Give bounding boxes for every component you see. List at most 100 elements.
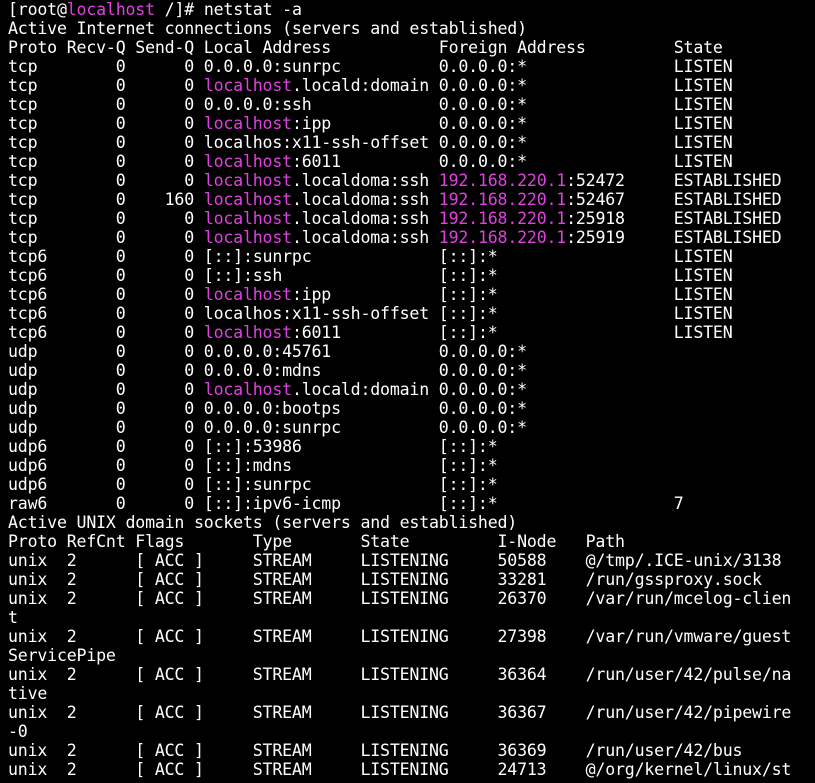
line-text: udp 0 0 0.0.0.0:45761 0.0.0.0:*: [8, 342, 527, 361]
output-line: tcp 0 0 localhost.locald:domain 0.0.0.0:…: [8, 76, 815, 95]
line-text: tcp 0 0: [8, 114, 204, 133]
highlighted-host-text: localhost: [203, 171, 292, 190]
line-text: /]# netstat -a: [154, 0, 302, 19]
output-line: unix 2 [ ACC ] STREAM LISTENING 27398 /v…: [8, 627, 815, 646]
highlighted-host-text: localhost: [203, 152, 292, 171]
output-line: tcp 0 0 localhost.localdoma:ssh 192.168.…: [8, 171, 815, 190]
output-line: tcp 0 160 localhost.localdoma:ssh 192.16…: [8, 190, 815, 209]
line-text: udp 0 0 0.0.0.0:mdns 0.0.0.0:*: [8, 361, 527, 380]
line-text: :52472 ESTABLISHED: [566, 171, 782, 190]
output-line: tcp6 0 0 localhos:x11-ssh-offset [::]:* …: [8, 304, 815, 323]
output-line: udp 0 0 localhost.locald:domain 0.0.0.0:…: [8, 380, 815, 399]
line-text: unix 2 [ ACC ] STREAM LISTENING 50588 @/…: [8, 551, 782, 570]
output-line: unix 2 [ ACC ] STREAM LISTENING 33281 /r…: [8, 570, 815, 589]
line-text: tcp 0 0 localhos:x11-ssh-offset 0.0.0.0:…: [8, 133, 733, 152]
line-text: t: [8, 608, 18, 627]
line-text: :25918 ESTABLISHED: [566, 209, 782, 228]
highlighted-host-text: localhost: [203, 228, 292, 247]
line-text: tcp 0 160: [8, 190, 204, 209]
line-text: :6011 0.0.0.0:* LISTEN: [291, 152, 733, 171]
output-line: udp6 0 0 [::]:sunrpc [::]:*: [8, 475, 815, 494]
line-text: :ipp 0.0.0.0:* LISTEN: [291, 114, 733, 133]
line-text: tcp 0 0: [8, 228, 204, 247]
line-text: tcp 0 0 0.0.0.0:ssh 0.0.0.0:* LISTEN: [8, 95, 733, 114]
output-line: tcp 0 0 localhost:ipp 0.0.0.0:* LISTEN: [8, 114, 815, 133]
line-text: unix 2 [ ACC ] STREAM LISTENING 36367 /r…: [8, 703, 792, 722]
line-text: unix 2 [ ACC ] STREAM LISTENING 33281 /r…: [8, 570, 762, 589]
output-line: t: [8, 608, 815, 627]
output-line: unix 2 [ ACC ] STREAM LISTENING 24713 @/…: [8, 760, 815, 779]
line-text: :6011 [::]:* LISTEN: [291, 323, 733, 342]
output-line: unix 2 [ ACC ] STREAM LISTENING 36369 /r…: [8, 741, 815, 760]
output-line: udp 0 0 0.0.0.0:mdns 0.0.0.0:*: [8, 361, 815, 380]
line-text: tcp6 0 0 localhos:x11-ssh-offset [::]:* …: [8, 304, 733, 323]
output-line: tcp6 0 0 [::]:sunrpc [::]:* LISTEN: [8, 247, 815, 266]
output-line: tcp 0 0 localhos:x11-ssh-offset 0.0.0.0:…: [8, 133, 815, 152]
line-text: unix 2 [ ACC ] STREAM LISTENING 36369 /r…: [8, 741, 743, 760]
output-line: udp 0 0 0.0.0.0:bootps 0.0.0.0:*: [8, 399, 815, 418]
line-text: .localdoma:ssh: [291, 171, 439, 190]
line-text: raw6 0 0 [::]:ipv6-icmp [::]:* 7: [8, 494, 684, 513]
output-line: tcp6 0 0 localhost:6011 [::]:* LISTEN: [8, 323, 815, 342]
highlighted-host-text: 192.168.220.1: [438, 228, 567, 247]
line-text: udp 0 0 0.0.0.0:bootps 0.0.0.0:*: [8, 399, 527, 418]
highlighted-host-text: localhost: [203, 209, 292, 228]
line-text: tive: [8, 684, 48, 703]
line-text: .localdoma:ssh: [291, 190, 439, 209]
line-text: Proto RefCnt Flags Type State I-Node Pat…: [8, 532, 625, 551]
output-line: unix 2 [ ACC ] STREAM LISTENING 36364 /r…: [8, 665, 815, 684]
highlighted-host-text: localhost: [66, 0, 155, 19]
output-line: tive: [8, 684, 815, 703]
output-line: tcp 0 0 0.0.0.0:ssh 0.0.0.0:* LISTEN: [8, 95, 815, 114]
line-text: unix 2 [ ACC ] STREAM LISTENING 26370 /v…: [8, 589, 792, 608]
output-line: Proto RefCnt Flags Type State I-Node Pat…: [8, 532, 815, 551]
terminal-window[interactable]: [root@localhost /]# netstat -a Active Int…: [0, 0, 815, 783]
line-text: tcp 0 0 0.0.0.0:sunrpc 0.0.0.0:* LISTEN: [8, 57, 733, 76]
line-text: tcp 0 0: [8, 152, 204, 171]
output-line: tcp 0 0 localhost.localdoma:ssh 192.168.…: [8, 209, 815, 228]
line-text: udp6 0 0 [::]:mdns [::]:*: [8, 456, 498, 475]
line-text: .localdoma:ssh: [291, 228, 439, 247]
line-text: -0: [8, 722, 28, 741]
line-text: :52467 ESTABLISHED: [566, 190, 782, 209]
line-text: udp6 0 0 [::]:53986 [::]:*: [8, 437, 498, 456]
line-text: .localdoma:ssh: [291, 209, 439, 228]
line-text: unix 2 [ ACC ] STREAM LISTENING 36364 /r…: [8, 665, 792, 684]
highlighted-host-text: 192.168.220.1: [438, 171, 567, 190]
output-line: tcp 0 0 localhost.localdoma:ssh 192.168.…: [8, 228, 815, 247]
highlighted-host-text: localhost: [203, 76, 292, 95]
line-text: Active Internet connections (servers and…: [8, 19, 527, 38]
output-line: udp6 0 0 [::]:mdns [::]:*: [8, 456, 815, 475]
output-line: -0: [8, 722, 815, 741]
output-line: udp6 0 0 [::]:53986 [::]:*: [8, 437, 815, 456]
line-text: udp6 0 0 [::]:sunrpc [::]:*: [8, 475, 498, 494]
highlighted-host-text: localhost: [203, 285, 292, 304]
command-prompt-line: [root@localhost /]# netstat -a: [8, 0, 815, 19]
line-text: tcp 0 0: [8, 76, 204, 95]
line-text: ServicePipe: [8, 646, 116, 665]
output-line: ServicePipe: [8, 646, 815, 665]
highlighted-host-text: localhost: [203, 323, 292, 342]
line-text: unix 2 [ ACC ] STREAM LISTENING 24713 @/…: [8, 760, 792, 779]
line-text: tcp6 0 0: [8, 285, 204, 304]
output-line: unix 2 [ ACC ] STREAM LISTENING 36367 /r…: [8, 703, 815, 722]
line-text: :ipp [::]:* LISTEN: [291, 285, 733, 304]
line-text: Proto Recv-Q Send-Q Local Address Foreig…: [8, 38, 723, 57]
output-line: udp 0 0 0.0.0.0:45761 0.0.0.0:*: [8, 342, 815, 361]
output-line: tcp6 0 0 localhost:ipp [::]:* LISTEN: [8, 285, 815, 304]
highlighted-host-text: localhost: [203, 380, 292, 399]
output-line: Active UNIX domain sockets (servers and …: [8, 513, 815, 532]
line-text: unix 2 [ ACC ] STREAM LISTENING 27398 /v…: [8, 627, 792, 646]
highlighted-host-text: localhost: [203, 190, 292, 209]
output-line: unix 2 [ ACC ] STREAM LISTENING 26370 /v…: [8, 589, 815, 608]
highlighted-host-text: 192.168.220.1: [438, 209, 567, 228]
line-text: tcp6 0 0 [::]:sunrpc [::]:* LISTEN: [8, 247, 733, 266]
output-line: tcp 0 0 0.0.0.0:sunrpc 0.0.0.0:* LISTEN: [8, 57, 815, 76]
output-line: Active Internet connections (servers and…: [8, 19, 815, 38]
line-text: tcp6 0 0: [8, 323, 204, 342]
line-text: udp 0 0: [8, 380, 204, 399]
output-line: tcp6 0 0 [::]:ssh [::]:* LISTEN: [8, 266, 815, 285]
highlighted-host-text: localhost: [203, 114, 292, 133]
output-line: unix 2 [ ACC ] STREAM LISTENING 50588 @/…: [8, 551, 815, 570]
line-text: :25919 ESTABLISHED: [566, 228, 782, 247]
